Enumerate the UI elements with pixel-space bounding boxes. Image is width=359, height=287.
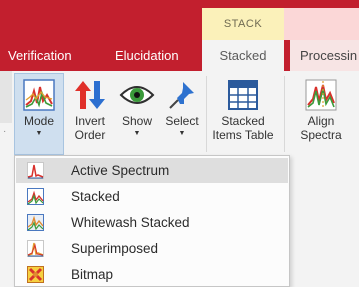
chevron-down-icon: ▼ [178,130,186,137]
tab-processing[interactable]: Processin [290,40,359,71]
tab-stacked[interactable]: Stacked [202,40,284,71]
align-label-line2: Spectra [300,128,342,142]
mode-dropdown-menu: Active Spectrum Stacked Whitewash Stacke… [14,155,290,287]
stacked-icon [27,188,44,205]
select-label: Select [165,114,199,128]
menu-item-label: Superimposed [71,241,159,256]
group-separator [284,76,285,152]
mode-label: Mode [23,114,55,128]
active-spectrum-icon [27,162,44,179]
eye-icon [119,76,155,114]
menu-item-bitmap[interactable]: Bitmap [16,262,288,287]
group-separator [206,76,207,152]
menu-item-label: Whitewash Stacked [71,215,190,230]
menu-item-whitewash-stacked[interactable]: Whitewash Stacked [16,210,288,235]
show-label: Show [121,114,153,128]
pin-icon [167,76,197,114]
mode-button[interactable]: Mode ▼ [14,73,64,155]
tab-elucidation[interactable]: Elucidation [115,40,179,71]
stacked-table-label-line2: Items Table [212,128,274,142]
stacked-items-table-button[interactable]: Stacked Items Table [212,76,274,142]
invert-arrows-icon [73,76,107,114]
menu-item-stacked[interactable]: Stacked [16,184,288,209]
mode-spectrum-icon [23,76,55,114]
invert-label-line1: Invert [74,114,105,128]
superimposed-icon [27,240,44,257]
bitmap-icon [27,266,44,283]
align-spectra-icon [305,76,337,114]
align-label-line1: Align [307,114,335,128]
select-button[interactable]: Select ▼ [160,76,204,137]
context-tab-label: STACK [202,8,284,40]
table-icon [228,76,258,114]
tab-verification[interactable]: Verification [8,40,72,71]
ribbon-scroll-edge: · [0,71,12,137]
align-spectra-button[interactable]: Align Spectra [296,76,346,142]
menu-item-label: Bitmap [71,267,114,282]
invert-order-button[interactable]: Invert Order [68,76,112,142]
whitewash-stacked-icon [27,214,44,231]
context-tab-extension [284,8,359,40]
stacked-table-label-line1: Stacked [221,114,265,128]
chevron-down-icon: ▼ [35,130,43,137]
invert-label-line2: Order [74,128,106,142]
menu-item-label: Active Spectrum [71,163,170,178]
menu-item-label: Stacked [71,189,120,204]
ribbon-tab-row: Verification Elucidation Stacked Process… [0,40,359,71]
chevron-down-icon: ▼ [133,130,141,137]
menu-item-superimposed[interactable]: Superimposed [16,236,288,261]
show-button[interactable]: Show ▼ [115,76,159,137]
menu-item-active-spectrum[interactable]: Active Spectrum [16,158,288,183]
